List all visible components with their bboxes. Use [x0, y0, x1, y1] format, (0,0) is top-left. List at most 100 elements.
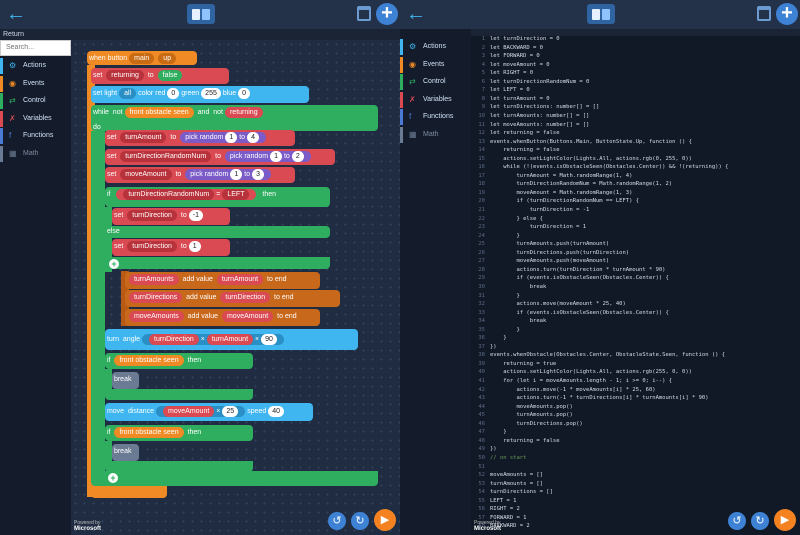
code-line[interactable]: if (turnDirectionRandomNum == LEFT) { — [490, 198, 639, 204]
set-turnamount-block[interactable]: set turnAmount to pick random 1 to 4 — [105, 130, 295, 146]
calendar-icon[interactable] — [357, 6, 371, 21]
code-line[interactable]: break — [490, 318, 547, 324]
category-actions[interactable]: ⚙ Actions — [0, 58, 71, 74]
code-line[interactable]: turnDirections.push(turnDirection) — [490, 250, 629, 256]
code-line[interactable]: moveAmounts.pop() — [490, 404, 572, 410]
back-arrow-icon[interactable]: ← — [406, 4, 426, 24]
code-line[interactable]: // on start — [490, 455, 526, 461]
code-line[interactable]: turnDirection = -1 — [490, 207, 590, 213]
code-line[interactable]: let moveAmounts: number[] = [] — [490, 122, 589, 128]
code-line[interactable]: returning = true — [490, 361, 556, 367]
code-line[interactable]: turnAmount = Math.randomRange(1, 4) — [490, 173, 632, 179]
add-else-icon[interactable]: + — [109, 259, 119, 269]
when-button-block[interactable]: when button main up — [87, 51, 197, 65]
redo-icon[interactable]: ↻ — [351, 512, 369, 530]
code-line[interactable]: } — [490, 429, 506, 435]
code-editor[interactable]: 1 let turnDirection = 0 2 let BACKWARD = 0 3… — [471, 36, 800, 535]
code-line[interactable]: let BACKWARD = 0 — [490, 45, 543, 51]
code-line[interactable]: actions.turn(-1 * turnDirections[i] * tu… — [490, 395, 708, 401]
category-functions[interactable]: f Functions — [400, 109, 471, 125]
code-line[interactable]: events.whenObstacle(Obstacles.Center, Ob… — [490, 352, 725, 358]
category-variables[interactable]: ✗ Variables — [0, 110, 71, 127]
code-line[interactable]: } — [490, 293, 519, 299]
code-line[interactable]: let turnAmount = 0 — [490, 96, 550, 102]
back-arrow-icon[interactable]: ← — [6, 4, 26, 24]
play-button[interactable]: ▶ — [374, 509, 396, 531]
undo-icon[interactable]: ↺ — [728, 512, 746, 530]
code-line[interactable]: turnDirections = [] — [490, 489, 553, 495]
code-line[interactable]: }) — [490, 446, 497, 452]
set-moveamount-block[interactable]: set moveAmount to pick random 1 to 3 — [105, 167, 295, 183]
category-events[interactable]: ◉ Events — [0, 75, 71, 92]
category-functions[interactable]: f Functions — [0, 128, 71, 144]
code-line[interactable]: let turnDirection = 0 — [490, 36, 560, 42]
code-line[interactable]: while (!(events.isObstacleSeen(Obstacles… — [490, 164, 728, 170]
code-line[interactable]: turnDirection = 1 — [490, 224, 586, 230]
code-line[interactable]: let moveAmount = 0 — [490, 62, 550, 68]
code-line[interactable]: actions.turn(turnDirection * turnAmount … — [490, 267, 665, 273]
code-line[interactable]: let RIGHT = 0 — [490, 70, 533, 76]
code-line[interactable]: actions.setLightColor(Lights.All, action… — [490, 156, 692, 162]
code-line[interactable]: returning = false — [490, 438, 559, 444]
code-line[interactable]: let FORWARD = 0 — [490, 53, 540, 59]
set-turndirection-pos-block[interactable]: set turnDirection to 1 — [112, 239, 230, 256]
code-line[interactable]: returning = false — [490, 147, 559, 153]
move-distance-block[interactable]: move distance moveAmount × 25 speed 40 — [105, 403, 313, 421]
code-line[interactable]: actions.move(-1 * moveAmounts[i] * 25, 6… — [490, 387, 655, 393]
break-block-1[interactable]: break — [112, 372, 139, 389]
code-line[interactable]: actions.move(moveAmount * 25, 40) — [490, 301, 625, 307]
code-line[interactable]: moveAmount = Math.randomRange(1, 3) — [490, 190, 632, 196]
set-light-block[interactable]: set light all color red 0 green 255 blue 0 — [91, 86, 309, 103]
editor-toggle-button[interactable] — [187, 4, 215, 24]
if-obstacle-block-2[interactable]: if front obstacle seen then — [105, 425, 253, 441]
category-math[interactable]: ▦ Math — [400, 126, 471, 143]
category-variables[interactable]: ✗ Variables — [400, 91, 471, 108]
category-control[interactable]: ⇄ Control — [0, 93, 71, 109]
code-line[interactable]: let turnDirectionRandomNum = 0 — [490, 79, 589, 85]
code-line[interactable]: LEFT = 1 — [490, 498, 517, 504]
category-events[interactable]: ◉ Events — [400, 56, 471, 73]
add-block-icon[interactable]: + — [108, 473, 118, 483]
code-line[interactable]: } — [490, 335, 506, 341]
code-line[interactable]: let returning = false — [490, 130, 560, 136]
add-turndirections-block[interactable]: turnDirections add value turnDirection t… — [125, 290, 340, 307]
add-button[interactable]: + — [376, 3, 398, 25]
code-line[interactable]: }) — [490, 344, 497, 350]
undo-icon[interactable]: ↺ — [328, 512, 346, 530]
redo-icon[interactable]: ↻ — [751, 512, 769, 530]
if-else-block[interactable]: if turnDirectionRandomNum = LEFT then — [105, 187, 330, 207]
code-line[interactable]: } else { — [490, 216, 543, 222]
set-returning-block[interactable]: set returning to false — [91, 68, 229, 84]
code-line[interactable]: turnAmounts.pop() — [490, 412, 572, 418]
code-line[interactable]: actions.setLightColor(Lights.All, action… — [490, 369, 692, 375]
code-line[interactable]: if (events.isObstacleSeen(Obstacles.Cent… — [490, 310, 668, 316]
code-line[interactable]: events.whenButton(Buttons.Main, ButtonSt… — [490, 139, 692, 145]
code-line[interactable]: break — [490, 284, 547, 290]
turn-angle-block[interactable]: turn angle turnDirection × turnAmount × 90 — [105, 329, 358, 350]
editor-toggle-button[interactable] — [587, 4, 615, 24]
code-line[interactable]: turnDirectionRandomNum = Math.randomRang… — [490, 181, 672, 187]
search-input[interactable] — [0, 40, 71, 56]
code-line[interactable]: let LEFT = 0 — [490, 87, 530, 93]
while-block[interactable]: while not front obstacle seen and not retu… — [91, 105, 378, 131]
category-math[interactable]: ▦ Math — [0, 145, 71, 162]
code-line[interactable]: turnAmounts = [] — [490, 481, 543, 487]
add-turnamounts-block[interactable]: turnAmounts add value turnAmount to end — [125, 272, 320, 289]
play-button[interactable]: ▶ — [774, 509, 796, 531]
code-line[interactable]: if (events.isObstacleSeen(Obstacles.Cent… — [490, 275, 668, 281]
add-button[interactable]: + — [776, 3, 798, 25]
add-moveamounts-block[interactable]: moveAmounts add value moveAmount to end — [125, 309, 320, 326]
code-line[interactable]: turnAmounts.push(turnAmount) — [490, 241, 609, 247]
category-control[interactable]: ⇄ Control — [400, 74, 471, 90]
code-line[interactable]: for (let i = moveAmounts.length - 1; i >… — [490, 378, 672, 384]
code-line[interactable]: let turnDirections: number[] = [] — [490, 104, 599, 110]
code-line[interactable]: } — [490, 233, 519, 239]
return-label[interactable]: Return — [0, 29, 400, 40]
category-actions[interactable]: ⚙ Actions — [400, 39, 471, 55]
code-line[interactable]: moveAmounts = [] — [490, 472, 543, 478]
code-line[interactable]: } — [490, 327, 519, 333]
set-turndirection-neg-block[interactable]: set turnDirection to -1 — [112, 208, 230, 225]
code-line[interactable]: let turnAmounts: number[] = [] — [490, 113, 589, 119]
break-block-2[interactable]: break — [112, 444, 139, 461]
code-line[interactable]: RIGHT = 2 — [490, 506, 520, 512]
